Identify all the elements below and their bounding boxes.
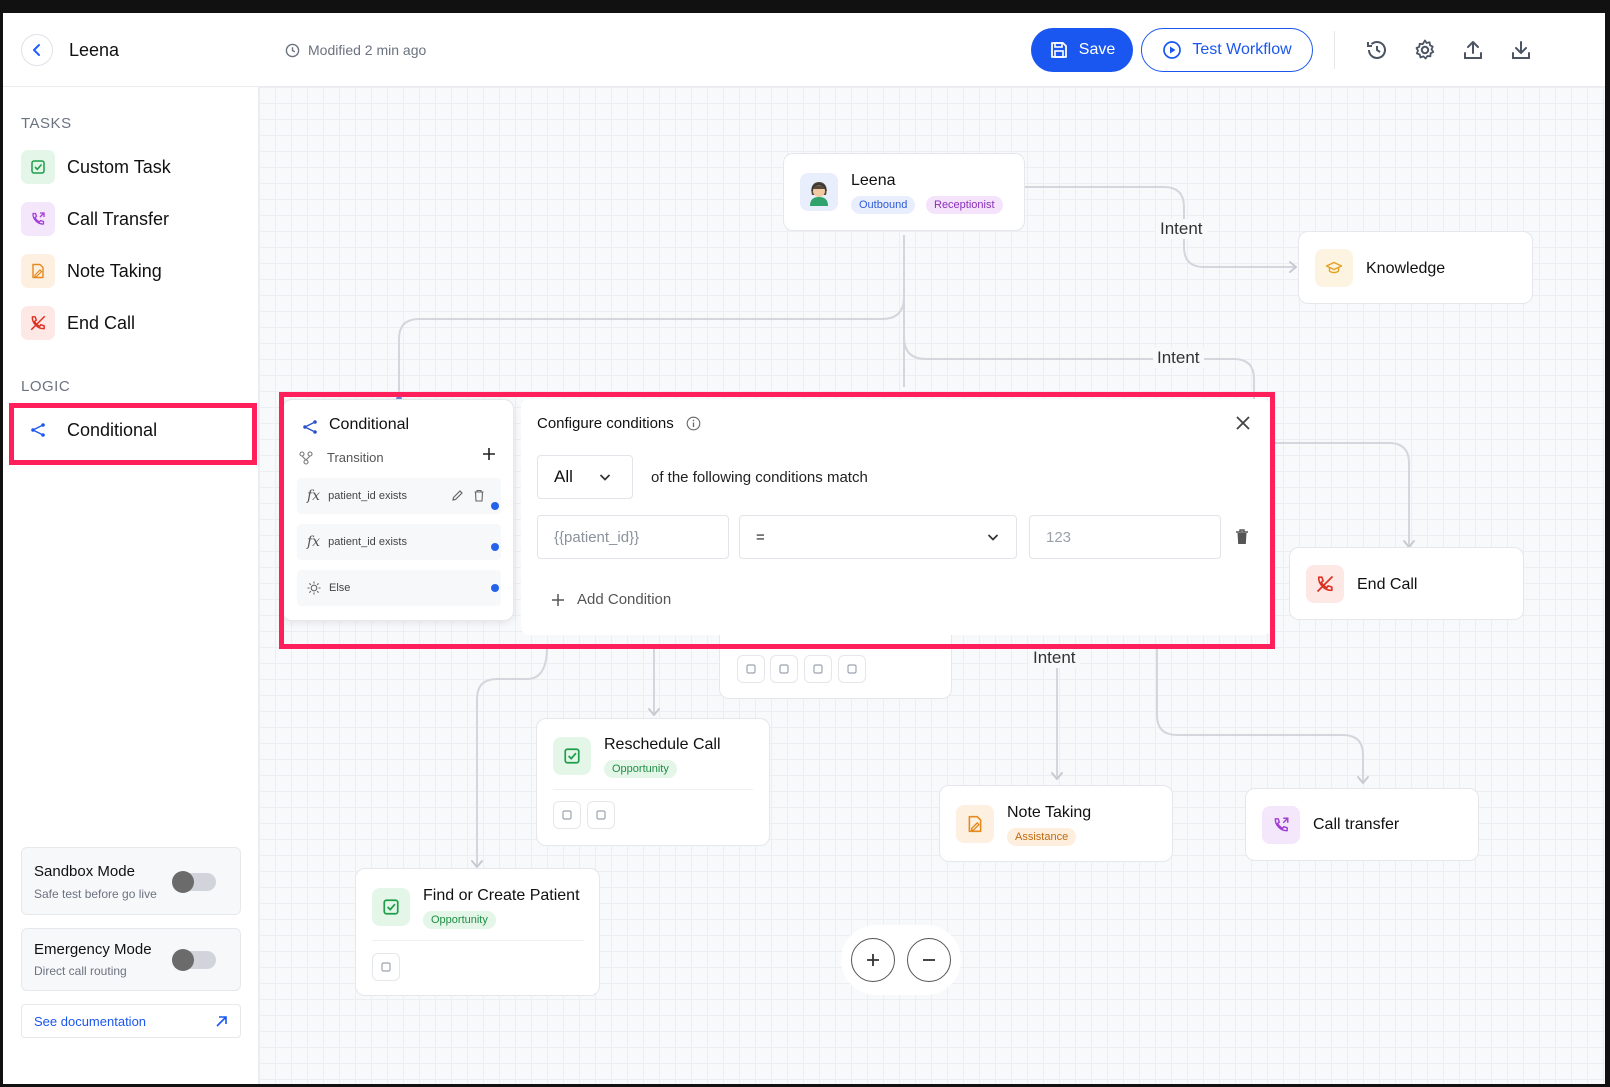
tool-icon — [587, 801, 615, 829]
emergency-mode-card: Emergency Mode Direct call routing — [21, 928, 241, 991]
highlight-box-sidebar — [9, 403, 257, 465]
documentation-link-label: See documentation — [34, 1013, 147, 1029]
save-button[interactable]: Save — [1031, 28, 1133, 72]
emergency-mode-subtitle: Direct call routing — [34, 964, 127, 978]
gear-icon[interactable] — [1412, 37, 1438, 63]
agent-avatar — [800, 173, 838, 211]
phone-end-icon — [21, 306, 55, 340]
tag-outbound: Outbound — [851, 196, 916, 214]
chevron-left-icon — [33, 44, 40, 56]
workflow-canvas[interactable]: Intent Intent Intent Leena Outbound Rece… — [259, 87, 1605, 1084]
tasks-section-label: TASKS — [21, 115, 72, 132]
highlight-box-panel — [279, 392, 1275, 649]
top-bar: Leena Modified 2 min ago Save Test Workf… — [3, 13, 1605, 87]
end-call-node-title: End Call — [1357, 576, 1418, 593]
sidebar-item-custom-task[interactable]: Custom Task — [21, 147, 246, 187]
zoom-in-button[interactable] — [851, 938, 895, 982]
reschedule-call-node[interactable]: Reschedule Call Opportunity — [536, 718, 770, 846]
zoom-controls — [841, 925, 961, 995]
tool-icon — [838, 655, 866, 683]
task-check-icon — [372, 888, 410, 926]
note-taking-title: Note Taking — [1007, 804, 1092, 821]
knowledge-node[interactable]: Knowledge — [1298, 231, 1533, 304]
emergency-mode-toggle[interactable] — [172, 949, 216, 971]
edge-label-intent: Intent — [1029, 648, 1080, 668]
tool-icon — [770, 655, 798, 683]
sidebar: TASKS Custom Task Call Transfer Note Tak… — [3, 87, 259, 1084]
find-create-patient-title: Find or Create Patient — [423, 887, 580, 904]
agent-node[interactable]: Leena Outbound Receptionist — [783, 153, 1025, 231]
find-create-patient-badge: Opportunity — [423, 911, 496, 929]
tool-icon — [553, 801, 581, 829]
edge-label-intent: Intent — [1156, 219, 1207, 239]
find-create-patient-node[interactable]: Find or Create Patient Opportunity — [355, 868, 600, 996]
phone-transfer-icon — [1262, 806, 1300, 844]
plus-icon — [867, 954, 879, 966]
header-divider — [1334, 31, 1335, 69]
toggle-knob — [172, 871, 194, 893]
end-call-node[interactable]: End Call — [1289, 547, 1524, 620]
task-check-icon — [21, 150, 55, 184]
app-window: Leena Modified 2 min ago Save Test Workf… — [3, 13, 1605, 1084]
note-icon — [956, 805, 994, 843]
graduation-cap-icon — [1315, 249, 1353, 287]
reschedule-call-title: Reschedule Call — [604, 736, 721, 753]
clock-icon — [285, 43, 300, 57]
sandbox-mode-card: Sandbox Mode Safe test before go live — [21, 847, 241, 915]
sandbox-mode-title: Sandbox Mode — [34, 863, 135, 880]
modified-status: Modified 2 min ago — [285, 42, 426, 58]
tool-icon — [372, 953, 400, 981]
edge-label-intent: Intent — [1153, 348, 1204, 368]
call-transfer-title: Call transfer — [1313, 816, 1400, 833]
test-workflow-label: Test Workflow — [1192, 41, 1292, 58]
logic-section-label: LOGIC — [21, 378, 71, 395]
documentation-link[interactable]: See documentation — [21, 1004, 241, 1038]
sidebar-item-note-taking[interactable]: Note Taking — [21, 251, 246, 291]
sidebar-item-label: Note Taking — [67, 260, 162, 281]
minus-icon — [923, 959, 935, 961]
task-check-icon — [553, 737, 591, 775]
test-workflow-button[interactable]: Test Workflow — [1141, 28, 1313, 72]
sidebar-item-call-transfer[interactable]: Call Transfer — [21, 199, 246, 239]
external-arrow-icon — [216, 1015, 227, 1027]
emergency-mode-title: Emergency Mode — [34, 941, 152, 958]
modified-text: Modified 2 min ago — [308, 42, 427, 58]
reschedule-call-badge: Opportunity — [604, 760, 677, 778]
node-separator — [372, 940, 584, 941]
call-transfer-node[interactable]: Call transfer — [1245, 788, 1479, 861]
note-taking-badge: Assistance — [1007, 828, 1077, 846]
node-separator — [553, 789, 753, 790]
back-button[interactable] — [21, 34, 53, 66]
note-taking-node[interactable]: Note Taking Assistance — [939, 785, 1173, 862]
zoom-out-button[interactable] — [907, 938, 951, 982]
floppy-disk-icon — [1050, 42, 1067, 58]
download-icon[interactable] — [1508, 37, 1534, 63]
sandbox-mode-subtitle: Safe test before go live — [34, 887, 157, 901]
sidebar-item-label: Custom Task — [67, 156, 171, 177]
sidebar-item-label: Call Transfer — [67, 208, 170, 229]
save-label: Save — [1078, 41, 1116, 58]
phone-end-icon — [1306, 565, 1344, 603]
agent-name: Leena — [851, 172, 896, 189]
phone-transfer-icon — [21, 202, 55, 236]
history-icon[interactable] — [1364, 37, 1390, 63]
tool-icon — [804, 655, 832, 683]
upload-icon[interactable] — [1460, 37, 1486, 63]
knowledge-node-title: Knowledge — [1366, 260, 1446, 277]
tool-icon — [737, 655, 765, 683]
sidebar-item-label: End Call — [67, 312, 136, 333]
play-circle-icon — [1163, 41, 1182, 59]
sidebar-item-end-call[interactable]: End Call — [21, 303, 246, 343]
toggle-knob — [172, 949, 194, 971]
tag-receptionist: Receptionist — [926, 196, 1003, 214]
note-icon — [21, 254, 55, 288]
workflow-title: Leena — [69, 40, 120, 60]
sandbox-mode-toggle[interactable] — [172, 871, 216, 893]
